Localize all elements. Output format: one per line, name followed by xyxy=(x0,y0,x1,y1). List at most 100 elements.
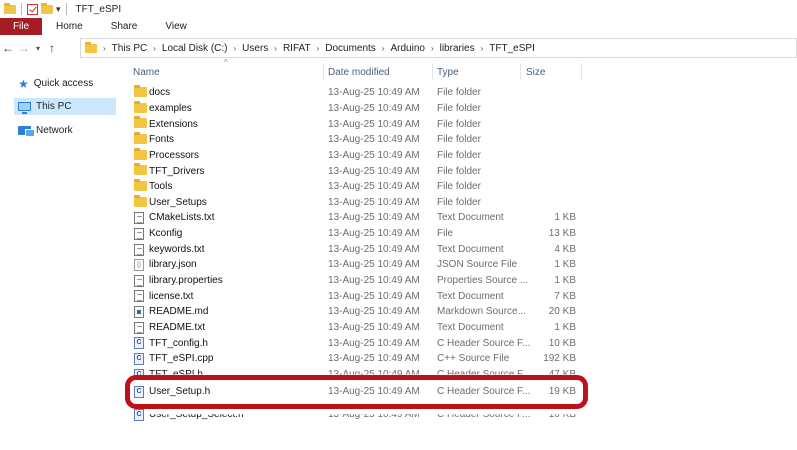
c-header-file-icon: C xyxy=(134,337,144,350)
chevron-right-icon[interactable]: › xyxy=(431,44,434,53)
back-button[interactable]: ← xyxy=(0,41,16,55)
column-divider[interactable] xyxy=(432,63,433,80)
recent-locations-icon[interactable]: ▾ xyxy=(32,44,44,53)
text-file-icon xyxy=(134,274,144,287)
column-header-date[interactable]: Date modified xyxy=(328,67,390,78)
chevron-right-icon[interactable]: › xyxy=(153,44,156,53)
chevron-right-icon[interactable]: › xyxy=(382,44,385,53)
file-row[interactable]: C TFT_config.h 13-Aug-25 10:49 AM C Header … xyxy=(131,335,591,351)
breadcrumb-libraries[interactable]: libraries xyxy=(440,43,475,54)
file-row[interactable]: Kconfig 13-Aug-25 10:49 AM File 13 KB xyxy=(131,226,591,242)
text-file-icon xyxy=(134,290,144,303)
c-header-file-icon: C xyxy=(134,353,144,366)
file-name: README.md xyxy=(149,306,209,318)
chevron-right-icon[interactable]: › xyxy=(103,44,106,53)
folder-icon xyxy=(134,116,147,129)
chevron-right-icon[interactable]: › xyxy=(274,44,277,53)
chevron-right-icon[interactable]: › xyxy=(233,44,236,53)
file-row[interactable]: examples 13-Aug-25 10:49 AM File folder xyxy=(131,100,591,117)
breadcrumb-local-disk[interactable]: Local Disk (C:) xyxy=(162,43,228,54)
file-row[interactable]: Extensions 13-Aug-25 10:49 AM File folder xyxy=(131,116,591,132)
nav-item-label: Network xyxy=(36,125,73,136)
properties-quick-icon[interactable] xyxy=(27,3,38,15)
breadcrumb-this-pc[interactable]: This PC xyxy=(112,43,148,54)
column-header-name[interactable]: Name xyxy=(133,67,160,78)
file-date: 13-Aug-25 10:49 AM xyxy=(328,306,420,318)
breadcrumb-documents[interactable]: Documents xyxy=(325,43,376,54)
file-row[interactable]: keywords.txt 13-Aug-25 10:49 AM Text Docum… xyxy=(131,242,591,258)
breadcrumb-tft-espi[interactable]: TFT_eSPI xyxy=(489,43,535,54)
sort-ascending-icon: ^ xyxy=(224,58,228,67)
breadcrumb-arduino[interactable]: Arduino xyxy=(390,43,424,54)
file-name: User_Setup_Select.h xyxy=(149,409,244,421)
file-row[interactable]: Processors 13-Aug-25 10:49 AM File folder xyxy=(131,147,591,164)
chevron-right-icon[interactable]: › xyxy=(481,44,484,53)
column-divider[interactable] xyxy=(520,63,521,80)
file-row[interactable]: README.txt 13-Aug-25 10:49 AM Text Documen… xyxy=(131,320,591,336)
text-file-icon xyxy=(134,227,144,240)
tab-view[interactable]: View xyxy=(151,18,201,35)
up-button[interactable]: ↑ xyxy=(44,41,60,55)
file-date: 13-Aug-25 10:49 AM xyxy=(328,149,420,161)
file-name: Extensions xyxy=(149,118,198,130)
file-size: 13 KB xyxy=(548,228,576,240)
file-size: 4 KB xyxy=(554,243,576,255)
file-size: 1 KB xyxy=(554,212,576,224)
forward-button[interactable]: → xyxy=(16,41,32,55)
tab-file[interactable]: File xyxy=(0,18,42,35)
nav-item-this-pc[interactable]: This PC xyxy=(14,98,116,115)
file-name: Fonts xyxy=(149,134,175,146)
chevron-right-icon[interactable]: › xyxy=(317,44,320,53)
file-row[interactable]: User_Setups 13-Aug-25 10:49 AM File folder xyxy=(131,194,591,211)
file-row[interactable]: C TFT_eSPI.cpp 13-Aug-25 10:49 AM C++ Sourc… xyxy=(131,351,591,367)
address-bar[interactable]: › This PC › Local Disk (C:) › Users › RI… xyxy=(80,38,797,58)
title-bar: ▾ TFT_eSPI xyxy=(0,0,797,18)
file-size: 1 KB xyxy=(554,259,576,271)
nav-item-network[interactable]: Network xyxy=(14,122,116,139)
file-size: 192 KB xyxy=(543,353,576,365)
tab-share[interactable]: Share xyxy=(97,18,152,35)
file-date: 13-Aug-25 10:49 AM xyxy=(328,228,420,240)
ribbon-tabs: File Home Share View xyxy=(0,18,797,35)
file-name: Tools xyxy=(149,181,173,193)
file-row[interactable]: C User_Setup_Select.h 13-Aug-25 10:49 AM C … xyxy=(131,407,591,423)
file-date: 13-Aug-25 10:49 AM xyxy=(328,259,420,271)
file-date: 13-Aug-25 10:49 AM xyxy=(328,275,420,287)
file-row[interactable]: README.md 13-Aug-25 10:49 AM Markdown Sour… xyxy=(131,304,591,320)
file-name: library.properties xyxy=(149,275,223,287)
breadcrumb-users[interactable]: Users xyxy=(242,43,268,54)
column-divider[interactable] xyxy=(323,63,324,80)
file-date: 13-Aug-25 10:49 AM xyxy=(328,134,420,146)
nav-item-label: Quick access xyxy=(33,78,94,89)
column-header-size[interactable]: Size xyxy=(526,67,545,78)
breadcrumb-rifat[interactable]: RIFAT xyxy=(283,43,311,54)
file-row[interactable]: Tools 13-Aug-25 10:49 AM File folder xyxy=(131,178,591,195)
file-type: File folder xyxy=(437,87,481,99)
folder-icon xyxy=(134,85,147,97)
customize-toolbar-icon[interactable]: ▾ xyxy=(56,4,61,15)
file-row[interactable]: {} library.json 13-Aug-25 10:49 AM JSON Sou… xyxy=(131,257,591,273)
column-header-type[interactable]: Type xyxy=(437,67,459,78)
file-name: User_Setups xyxy=(149,196,207,208)
file-row[interactable]: CMakeLists.txt 13-Aug-25 10:49 AM Text Doc… xyxy=(131,210,591,226)
file-row[interactable]: docs 13-Aug-25 10:49 AM File folder xyxy=(131,85,591,101)
folder-icon xyxy=(134,178,147,191)
file-name: Kconfig xyxy=(149,228,183,240)
file-row-user-setup-h[interactable]: C User_Setup.h 13-Aug-25 10:49 AM C Head… xyxy=(131,384,581,400)
file-name: CMakeLists.txt xyxy=(149,212,215,224)
file-type: File folder xyxy=(437,149,481,161)
file-row[interactable]: library.properties 13-Aug-25 10:49 AM Prop… xyxy=(131,273,591,289)
nav-item-quick-access[interactable]: ★ Quick access xyxy=(14,75,116,92)
file-name: license.txt xyxy=(149,290,194,302)
file-row[interactable]: license.txt 13-Aug-25 10:49 AM Text Docume… xyxy=(131,288,591,304)
pc-icon xyxy=(18,102,31,114)
file-date: 13-Aug-25 10:49 AM xyxy=(328,87,420,99)
file-date: 13-Aug-25 10:49 AM xyxy=(328,353,420,365)
new-folder-quick-icon[interactable] xyxy=(41,2,53,14)
file-name: Processors xyxy=(149,149,200,161)
c-header-file-icon: C xyxy=(134,386,144,398)
column-divider[interactable] xyxy=(581,63,582,80)
tab-home[interactable]: Home xyxy=(42,18,97,35)
file-row[interactable]: TFT_Drivers 13-Aug-25 10:49 AM File folder xyxy=(131,163,591,179)
file-row[interactable]: Fonts 13-Aug-25 10:49 AM File folder xyxy=(131,131,591,148)
